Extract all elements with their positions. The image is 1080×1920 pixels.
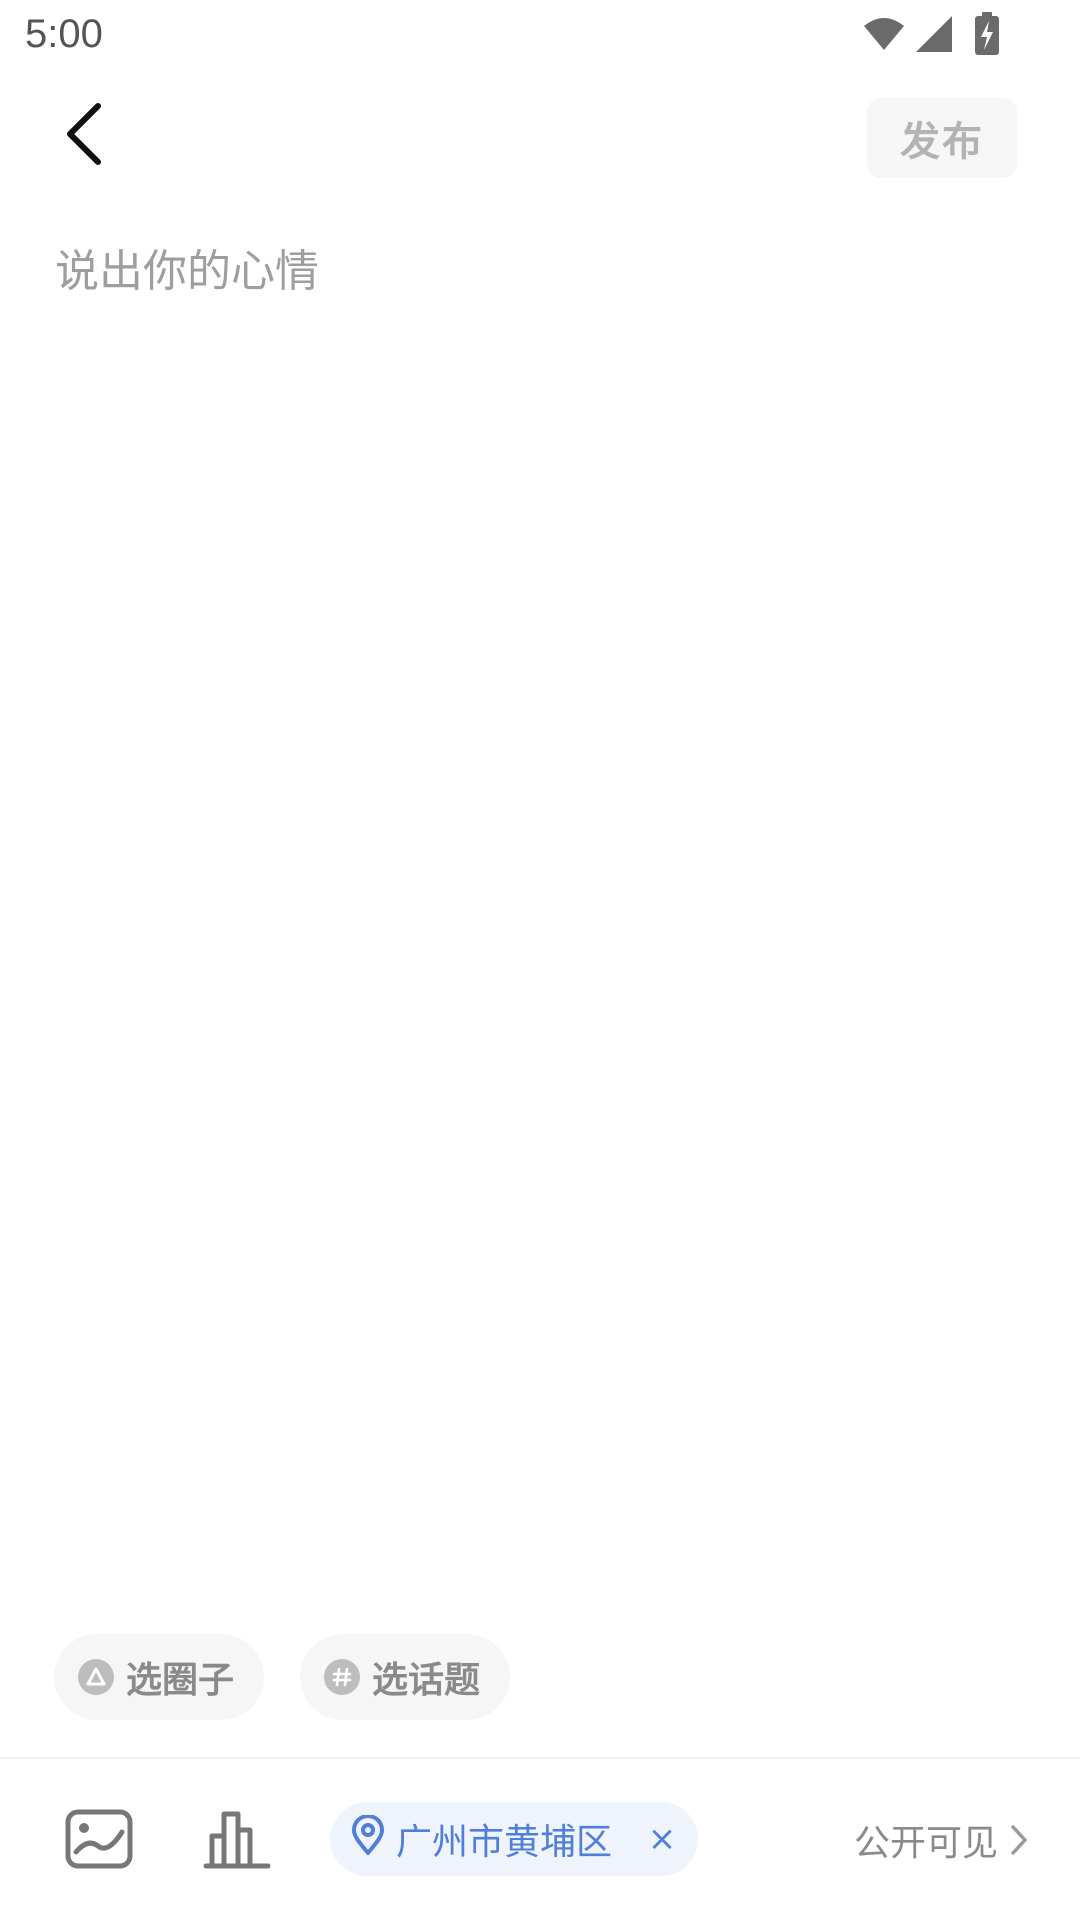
status-time: 5:00	[25, 12, 103, 56]
select-topic-button[interactable]: 选话题	[300, 1634, 510, 1720]
visibility-label: 公开可见	[853, 1823, 998, 1864]
back-button[interactable]	[40, 92, 128, 180]
add-image-button[interactable]	[64, 1808, 134, 1870]
circle-group-icon	[78, 1659, 114, 1695]
chevron-left-icon	[64, 102, 104, 170]
hashtag-icon	[324, 1659, 360, 1695]
mood-text-input[interactable]	[55, 235, 1025, 1585]
battery-charging-icon	[974, 12, 1000, 60]
select-circle-button[interactable]: 选圈子	[54, 1634, 264, 1720]
location-close-icon[interactable]: ×	[644, 1819, 680, 1859]
add-poll-button[interactable]	[202, 1808, 272, 1870]
status-bar: 5:00	[0, 0, 1080, 72]
location-text: 广州市黄埔区	[396, 1822, 613, 1863]
location-chip[interactable]: 广州市黄埔区 ×	[330, 1802, 698, 1876]
image-icon	[64, 1809, 134, 1874]
cellular-signal-icon	[914, 14, 954, 58]
wifi-icon	[862, 16, 906, 56]
select-circle-label: 选圈子	[126, 1660, 235, 1701]
visibility-selector[interactable]: 公开可见	[854, 1810, 1028, 1870]
status-icons	[862, 12, 1000, 60]
toolbar-divider	[0, 1757, 1080, 1759]
publish-button[interactable]: 发布	[867, 98, 1017, 178]
select-topic-label: 选话题	[372, 1660, 481, 1701]
chevron-right-icon	[1010, 1824, 1028, 1856]
compose-post-screen: 5:00 发布 说出你的心情 选圈子 选话题 广州市黄埔区 × 公开可见	[0, 0, 1080, 1920]
location-pin-icon	[350, 1813, 386, 1864]
bar-chart-icon	[202, 1811, 272, 1874]
